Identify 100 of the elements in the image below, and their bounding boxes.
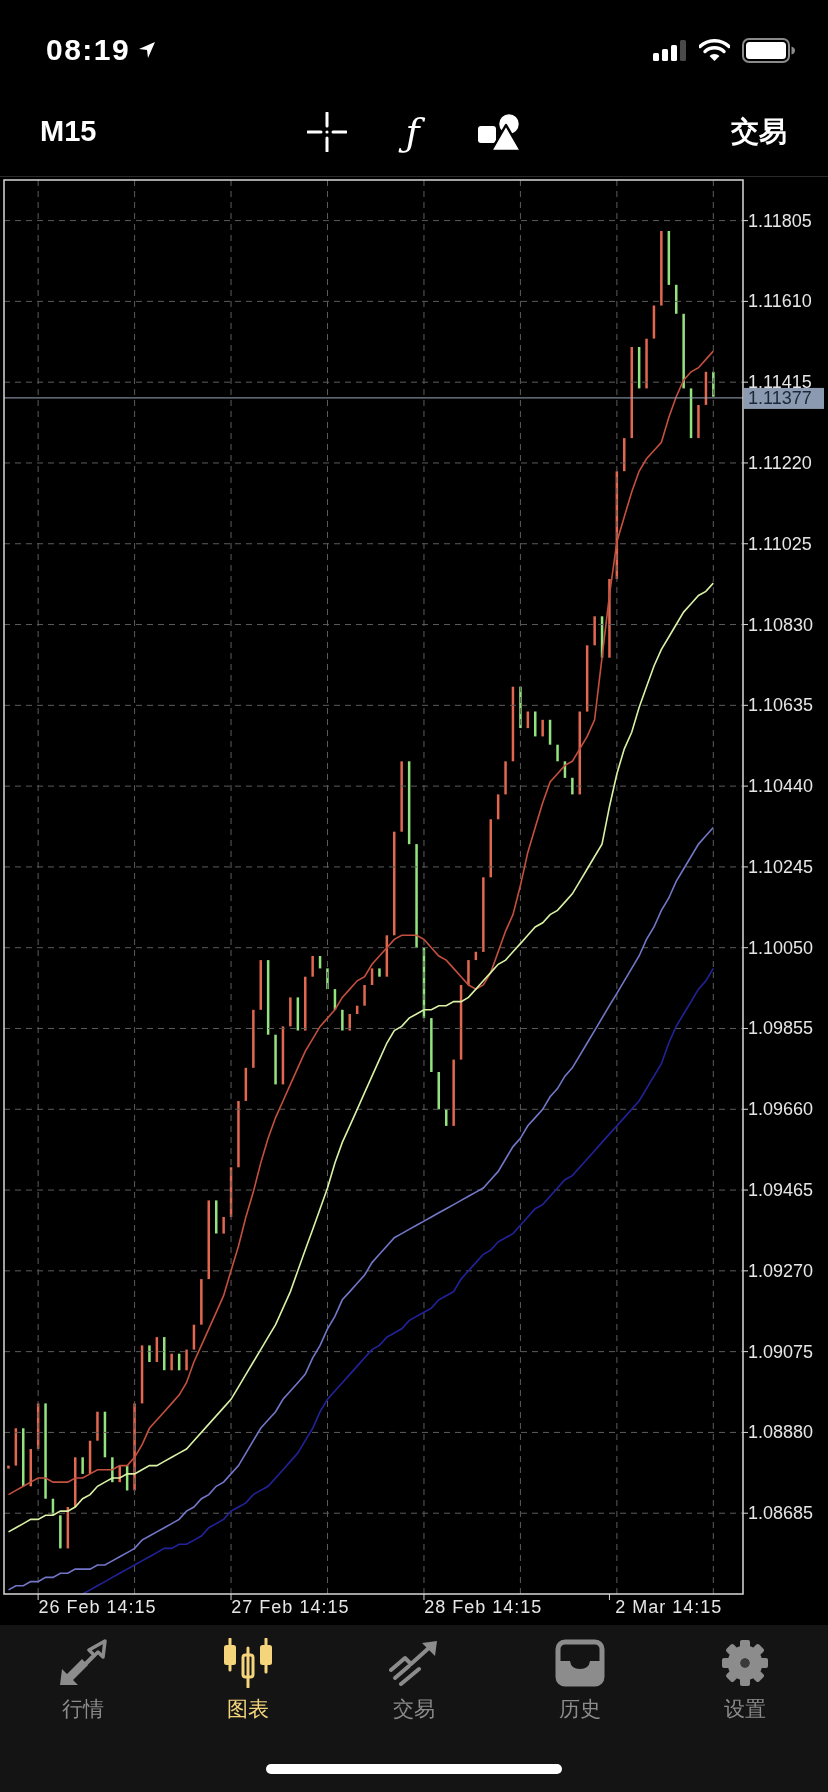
candle — [118, 1465, 121, 1483]
candle — [467, 960, 470, 985]
candle — [422, 947, 426, 1019]
tray-icon — [554, 1639, 605, 1687]
candle — [14, 1428, 18, 1466]
time-axis-label: 2 Mar 14:15 — [615, 1597, 723, 1617]
candle — [252, 1009, 255, 1068]
candle — [7, 1465, 10, 1469]
candle — [556, 744, 559, 762]
price-axis-label: 1.11610 — [748, 291, 812, 312]
candle — [474, 951, 478, 961]
candle — [177, 1353, 181, 1371]
clock-time: 08:19 — [46, 35, 131, 65]
time-axis-label: 27 Feb 14:15 — [231, 1597, 350, 1617]
timeframe-label[interactable]: M15 — [40, 110, 97, 154]
price-axis-label: 1.09075 — [748, 1341, 814, 1362]
candle — [363, 985, 366, 1006]
price-axis-label: 1.11805 — [748, 210, 812, 231]
price-axis-label: 1.10245 — [748, 856, 814, 877]
candle — [548, 719, 552, 745]
candlestick-icon — [222, 1638, 275, 1688]
candle — [623, 438, 626, 472]
objects-button[interactable] — [477, 111, 522, 153]
candle — [148, 1345, 151, 1362]
candle — [571, 777, 574, 795]
price-axis-label: 1.08880 — [748, 1422, 814, 1443]
candle — [437, 1072, 440, 1110]
candle — [534, 711, 537, 737]
ref-line-label: 1.11377 — [748, 388, 812, 409]
candle — [163, 1337, 166, 1371]
price-axis-label: 1.10050 — [748, 937, 814, 958]
candle — [348, 1014, 351, 1031]
candle — [237, 1101, 240, 1168]
time-axis-label: 26 Feb 14:15 — [38, 1597, 157, 1617]
price-axis-label: 1.09270 — [748, 1260, 814, 1281]
candle — [585, 645, 589, 712]
diagonal-arrows-icon — [57, 1639, 108, 1687]
candle — [66, 1507, 70, 1549]
candle — [675, 284, 678, 314]
candle — [504, 761, 507, 795]
indicators-button[interactable]: ƒ — [391, 109, 434, 155]
signal-icon — [653, 39, 687, 61]
candle — [645, 338, 648, 389]
candle — [125, 1465, 129, 1491]
time-axis-label: 28 Feb 14:15 — [424, 1597, 543, 1617]
candle — [244, 1067, 248, 1101]
price-axis-label: 1.11220 — [748, 452, 812, 473]
candle — [667, 231, 671, 285]
candle — [222, 1217, 225, 1234]
candle — [22, 1428, 25, 1487]
candle — [88, 1440, 92, 1474]
current-price-tag: 1.11377 — [744, 387, 824, 409]
candle — [704, 371, 708, 405]
candle — [281, 1026, 285, 1085]
candle — [489, 819, 492, 878]
candle — [689, 388, 693, 439]
candle — [74, 1457, 77, 1507]
candle — [215, 1200, 218, 1234]
candle — [326, 968, 329, 990]
candle — [378, 968, 381, 977]
tab[interactable]: 交易 — [331, 1637, 497, 1721]
candle — [185, 1349, 188, 1371]
candle — [341, 1009, 344, 1031]
candle — [259, 960, 262, 1010]
candle — [333, 989, 337, 1010]
tab[interactable]: 设置 — [662, 1637, 828, 1721]
candle — [519, 686, 522, 729]
candle — [355, 1005, 359, 1014]
tab[interactable]: 历史 — [496, 1637, 663, 1721]
crosshair-icon — [306, 112, 347, 152]
candle — [59, 1515, 62, 1549]
candle — [155, 1337, 159, 1362]
trade-button[interactable]: 交易 — [731, 118, 787, 146]
location-arrow-icon — [138, 41, 157, 59]
price-axis-label: 1.09855 — [748, 1018, 814, 1039]
candle — [563, 761, 567, 778]
tab[interactable]: 图表 — [165, 1637, 332, 1721]
candle — [274, 1034, 277, 1085]
candle — [296, 997, 300, 1031]
candle — [289, 997, 292, 1027]
candle — [385, 935, 389, 977]
candle — [400, 761, 403, 832]
candle — [697, 405, 700, 439]
candle — [637, 347, 641, 389]
candle — [600, 616, 604, 658]
candle — [445, 1109, 448, 1126]
wifi-icon — [699, 39, 730, 61]
crosshair-button[interactable] — [305, 111, 348, 153]
tab[interactable]: 行情 — [0, 1637, 166, 1721]
price-axis-label: 1.08685 — [748, 1503, 814, 1524]
candle — [430, 1018, 433, 1072]
price-axis-label: 1.09465 — [748, 1180, 814, 1201]
candle — [496, 794, 500, 820]
candle — [652, 305, 656, 339]
candle — [541, 719, 544, 737]
candle — [192, 1324, 196, 1350]
candle — [81, 1457, 84, 1474]
price-axis-label: 1.10440 — [748, 776, 814, 797]
candle — [103, 1411, 107, 1458]
candle — [526, 711, 530, 729]
